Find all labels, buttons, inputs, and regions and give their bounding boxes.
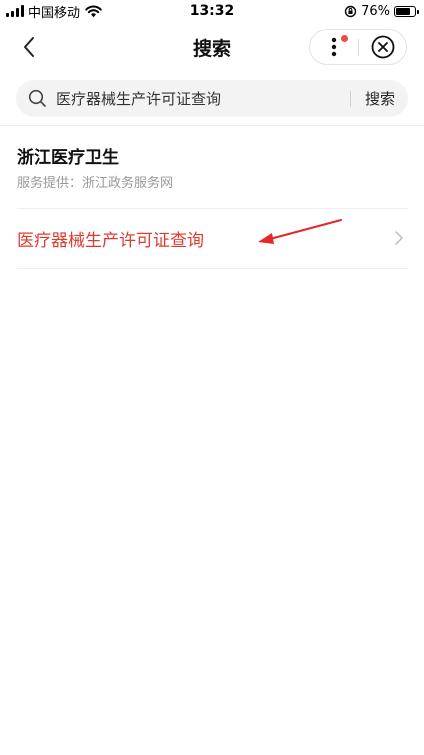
battery-percentage: 76% bbox=[361, 3, 390, 19]
status-bar-right: 76% bbox=[344, 3, 419, 19]
search-divider bbox=[350, 91, 351, 107]
chevron-right-icon bbox=[395, 231, 403, 245]
more-button[interactable] bbox=[310, 30, 358, 64]
result-item-label: 医疗器械生产许可证查询 bbox=[17, 231, 204, 251]
result-item[interactable]: 医疗器械生产许可证查询 bbox=[0, 209, 424, 267]
search-bar: 搜索 bbox=[16, 80, 408, 117]
notification-dot bbox=[341, 35, 348, 42]
more-vertical-icon bbox=[331, 37, 337, 57]
battery-fill bbox=[396, 7, 410, 15]
nav-bar: 搜索 bbox=[0, 22, 424, 72]
orientation-lock-icon bbox=[344, 5, 357, 17]
close-button[interactable] bbox=[359, 30, 407, 64]
search-button[interactable]: 搜索 bbox=[355, 80, 405, 117]
close-circle-icon bbox=[371, 35, 395, 59]
provider-title: 浙江医疗卫生 bbox=[17, 148, 119, 168]
header-divider bbox=[0, 125, 424, 126]
status-bar: 中国移动 13:32 76% bbox=[0, 0, 424, 22]
row-divider bbox=[17, 268, 408, 269]
mini-program-capsule bbox=[309, 29, 407, 65]
battery-icon bbox=[394, 5, 419, 17]
provider-subtitle: 服务提供：浙江政务服务网 bbox=[17, 176, 174, 191]
search-input[interactable] bbox=[56, 80, 346, 117]
search-icon bbox=[28, 89, 46, 107]
